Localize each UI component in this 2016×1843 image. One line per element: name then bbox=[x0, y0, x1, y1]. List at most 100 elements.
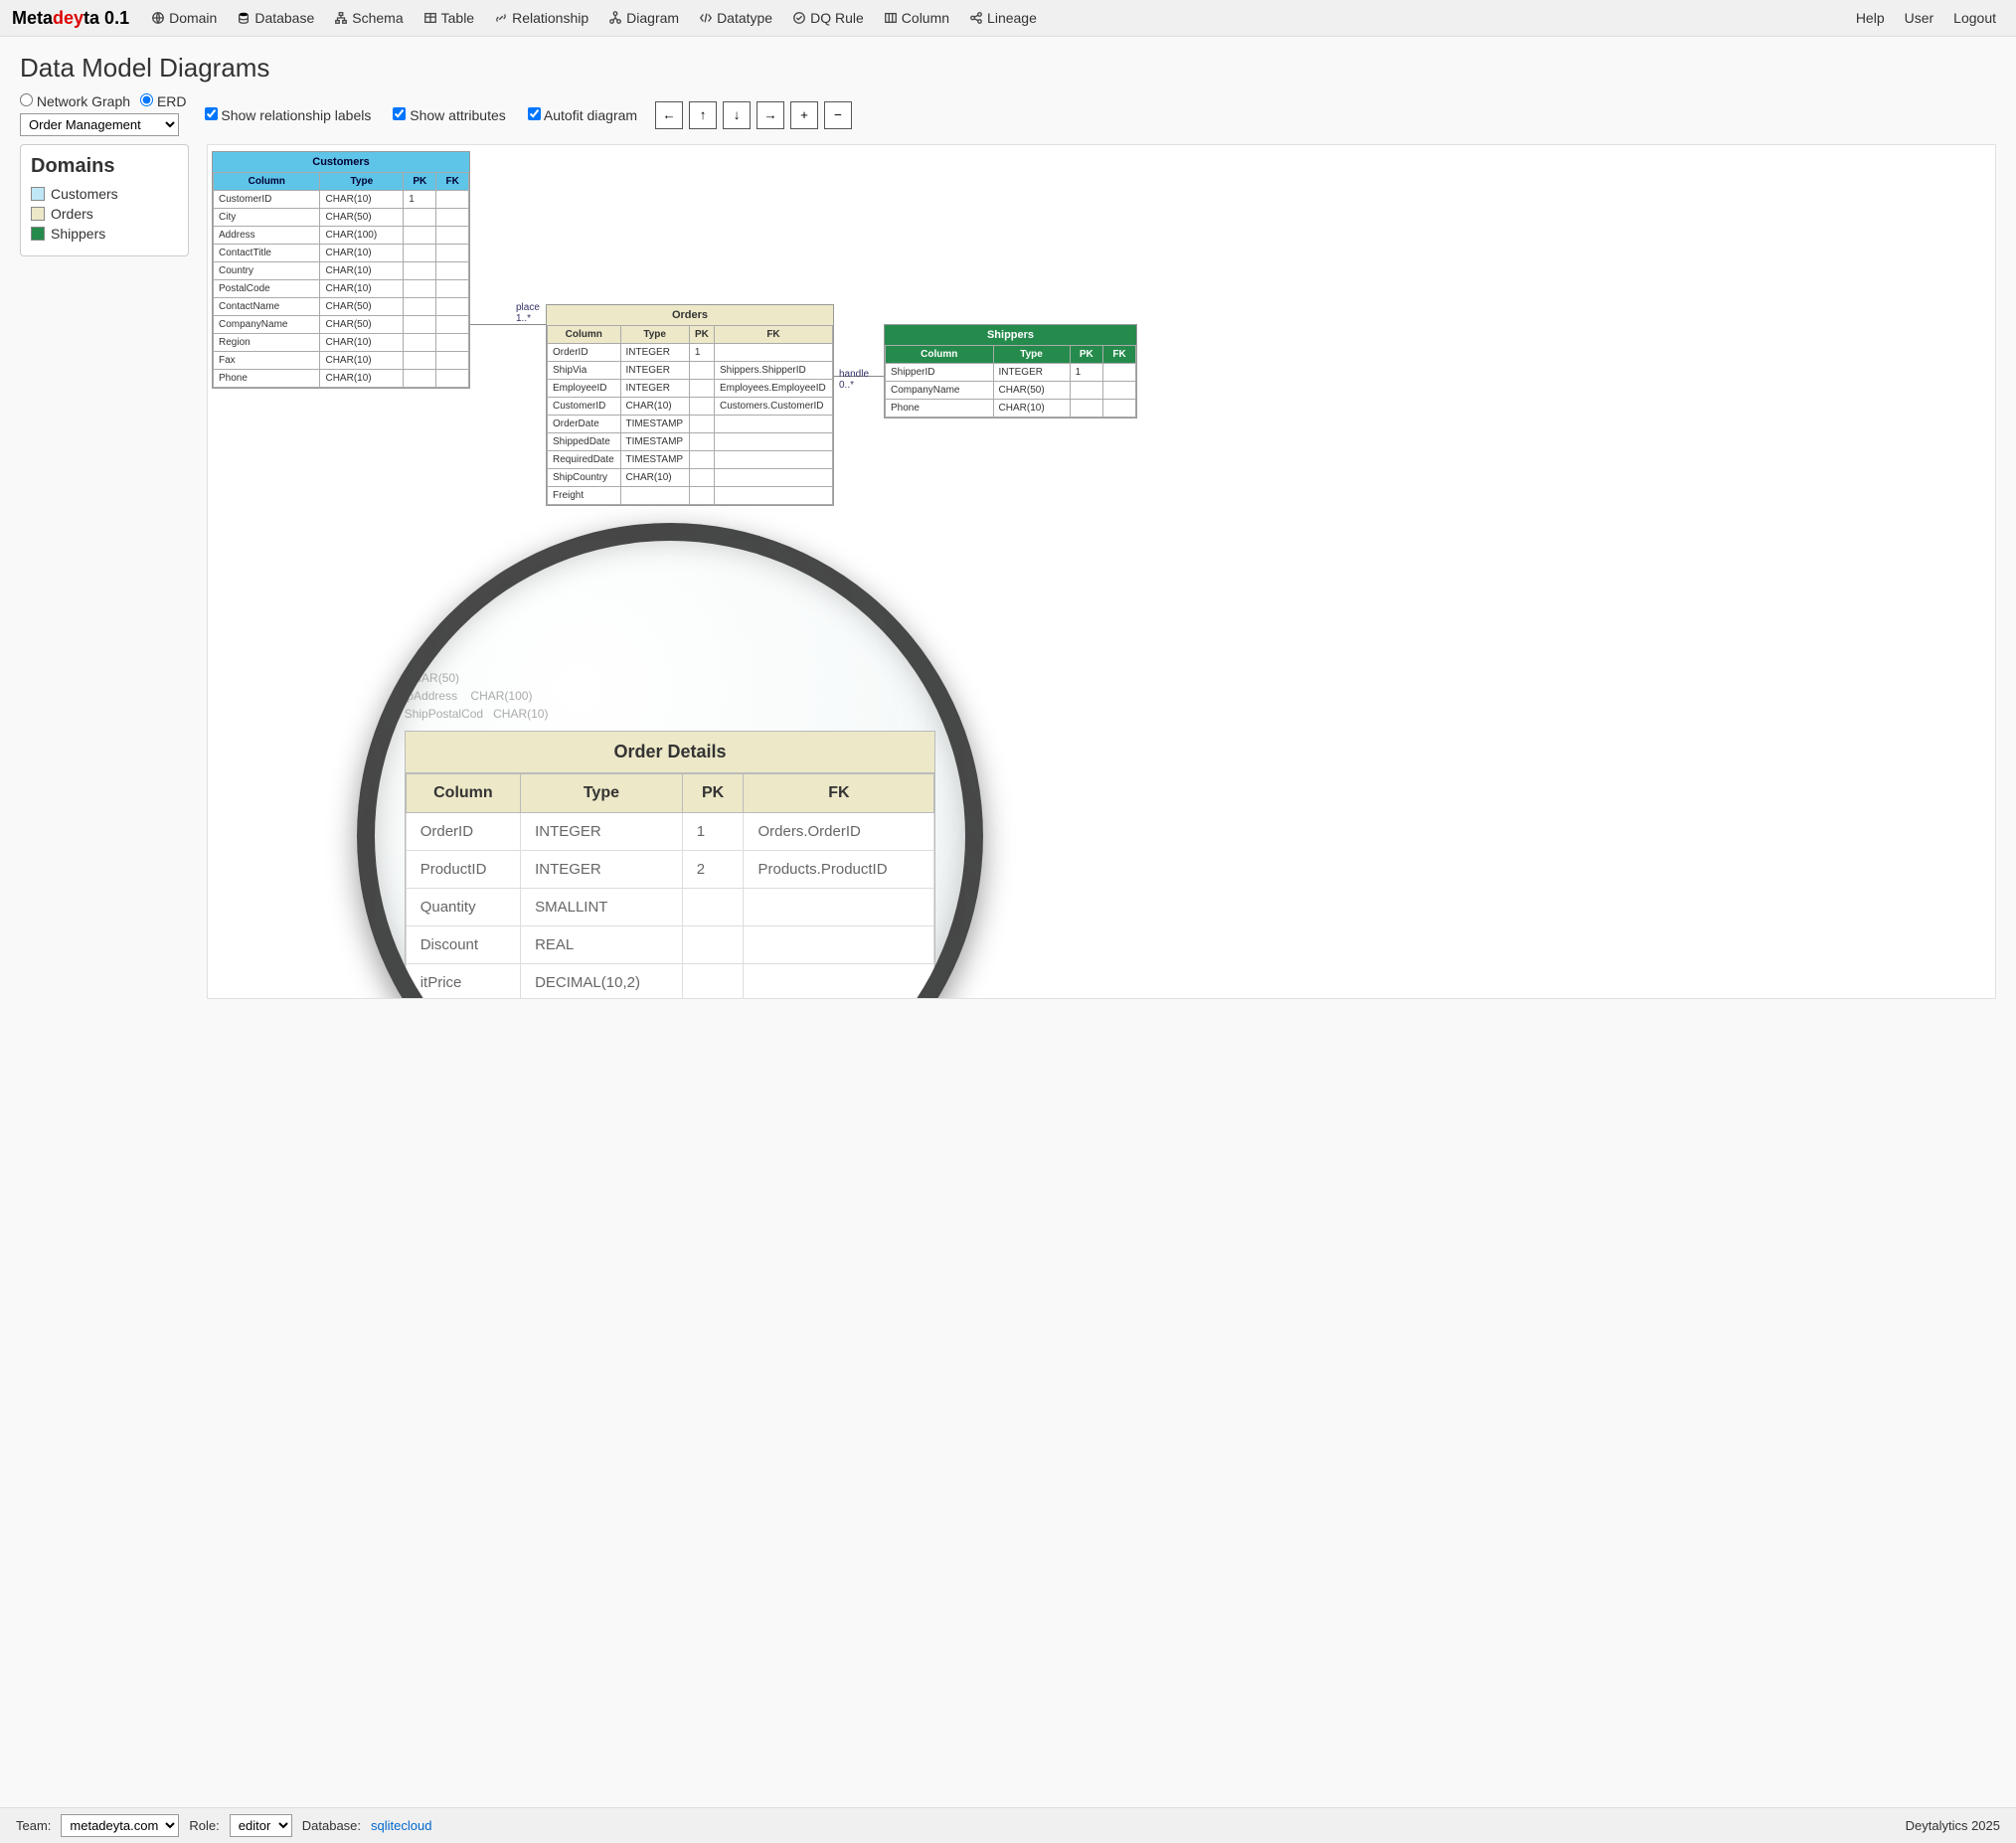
radio-network-text: Network Graph bbox=[37, 93, 130, 109]
table-row[interactable]: CompanyNameCHAR(50) bbox=[886, 382, 1136, 400]
rel-label-handle: handle 0..* bbox=[839, 369, 869, 391]
th-col: Column bbox=[548, 326, 621, 344]
nav-user[interactable]: User bbox=[1897, 6, 1942, 30]
table-row[interactable]: ShipViaINTEGERShippers.ShipperID bbox=[548, 362, 833, 380]
entity-title: Customers bbox=[213, 152, 469, 172]
table-row[interactable]: itPriceDECIMAL(10,2) bbox=[406, 964, 934, 1000]
btn-zoom-in[interactable]: + bbox=[790, 101, 818, 129]
table-row[interactable]: AddressCHAR(100) bbox=[214, 227, 469, 245]
table-row[interactable]: PostalCodeCHAR(10) bbox=[214, 280, 469, 298]
radio-network[interactable] bbox=[20, 93, 33, 106]
btn-zoom-out[interactable]: − bbox=[824, 101, 852, 129]
btn-right[interactable]: → bbox=[756, 101, 784, 129]
table-row[interactable]: ShippedDateTIMESTAMP bbox=[548, 433, 833, 451]
cell-fk bbox=[715, 451, 833, 469]
cell-fk bbox=[715, 487, 833, 505]
shippers-rows: ShipperIDINTEGER1CompanyNameCHAR(50)Phon… bbox=[886, 364, 1136, 418]
btn-left[interactable]: ← bbox=[655, 101, 683, 129]
table-row[interactable]: ShipperIDINTEGER1 bbox=[886, 364, 1136, 382]
radio-erd-label[interactable]: ERD bbox=[140, 93, 186, 109]
chk-rel-label[interactable]: Show relationship labels bbox=[205, 107, 372, 123]
table-row[interactable]: ContactNameCHAR(50) bbox=[214, 298, 469, 316]
chk-rel-text: Show relationship labels bbox=[221, 107, 371, 123]
footer-db-link[interactable]: sqlitecloud bbox=[371, 1818, 431, 1833]
cell-pk bbox=[689, 469, 714, 487]
table-row[interactable]: RequiredDateTIMESTAMP bbox=[548, 451, 833, 469]
radio-erd[interactable] bbox=[140, 93, 153, 106]
table-row[interactable]: Freight bbox=[548, 487, 833, 505]
table-row[interactable]: DiscountREAL bbox=[406, 926, 934, 964]
nav-help[interactable]: Help bbox=[1848, 6, 1893, 30]
nav-item-domain[interactable]: Domain bbox=[143, 6, 225, 30]
entity-orders[interactable]: Orders ColumnTypePKFK OrderIDINTEGER1Shi… bbox=[546, 304, 834, 506]
table-row[interactable]: CityCHAR(50) bbox=[214, 209, 469, 227]
check-group: Show relationship labels Show attributes… bbox=[205, 107, 638, 123]
cell-t: SMALLINT bbox=[521, 889, 683, 926]
nav-item-dqrule[interactable]: DQ Rule bbox=[784, 6, 872, 30]
footer-role-select[interactable]: editor bbox=[230, 1814, 292, 1837]
table-row[interactable]: OrderIDINTEGER1 bbox=[548, 344, 833, 362]
connector-customers-orders bbox=[470, 324, 546, 325]
cell-t: CHAR(10) bbox=[320, 334, 404, 352]
btn-down[interactable]: ↓ bbox=[723, 101, 751, 129]
cell-t: CHAR(100) bbox=[320, 227, 404, 245]
nav-item-database[interactable]: Database bbox=[229, 6, 322, 30]
th-fk: FK bbox=[436, 173, 469, 191]
cell-fk bbox=[436, 352, 469, 370]
legend-shippers[interactable]: Shippers bbox=[31, 226, 178, 242]
table-row[interactable]: FaxCHAR(10) bbox=[214, 352, 469, 370]
table-row[interactable]: CustomerIDCHAR(10)1 bbox=[214, 191, 469, 209]
footer-team-select[interactable]: metadeyta.com bbox=[61, 1814, 179, 1837]
nav-item-schema[interactable]: Schema bbox=[326, 6, 411, 30]
chk-attr-label[interactable]: Show attributes bbox=[393, 107, 505, 123]
btn-up[interactable]: ↑ bbox=[689, 101, 717, 129]
legend-orders[interactable]: Orders bbox=[31, 206, 178, 222]
legend-color-customers bbox=[31, 187, 45, 201]
legend-customers[interactable]: Customers bbox=[31, 186, 178, 202]
table-row[interactable]: PhoneCHAR(10) bbox=[886, 400, 1136, 418]
table-row[interactable]: PhoneCHAR(10) bbox=[214, 370, 469, 388]
chk-autofit[interactable] bbox=[528, 107, 541, 120]
nav-item-relationship[interactable]: Relationship bbox=[486, 6, 596, 30]
cell-pk: 1 bbox=[682, 813, 744, 851]
pan-zoom-buttons: ← ↑ ↓ → + − bbox=[655, 101, 852, 129]
table-row[interactable]: RegionCHAR(10) bbox=[214, 334, 469, 352]
legend-color-orders bbox=[31, 207, 45, 221]
nav-logout[interactable]: Logout bbox=[1945, 6, 2004, 30]
chk-autofit-label[interactable]: Autofit diagram bbox=[528, 107, 637, 123]
entity-order-details[interactable]: Order Details ColumnTypePKFK OrderIDINTE… bbox=[405, 731, 936, 999]
table-row[interactable]: OrderIDINTEGER1Orders.OrderID bbox=[406, 813, 934, 851]
nav-item-table[interactable]: Table bbox=[416, 6, 482, 30]
share-icon bbox=[969, 11, 983, 25]
entity-customers[interactable]: Customers ColumnTypePKFK CustomerIDCHAR(… bbox=[212, 151, 470, 389]
table-row[interactable]: CompanyNameCHAR(50) bbox=[214, 316, 469, 334]
rel-handle-card: 0..* bbox=[839, 380, 854, 391]
cell-fk bbox=[436, 191, 469, 209]
nav-item-column[interactable]: Column bbox=[876, 6, 957, 30]
table-row[interactable]: OrderDateTIMESTAMP bbox=[548, 416, 833, 433]
partial-type: CHAR(10) bbox=[493, 707, 548, 721]
legend-label: Orders bbox=[51, 206, 93, 222]
brand-p3: ta 0.1 bbox=[84, 8, 129, 28]
radio-network-label[interactable]: Network Graph bbox=[20, 93, 130, 109]
cell-pk bbox=[404, 227, 436, 245]
table-row[interactable]: QuantitySMALLINT bbox=[406, 889, 934, 926]
table-row[interactable]: ContactTitleCHAR(10) bbox=[214, 245, 469, 262]
table-row[interactable]: EmployeeIDINTEGEREmployees.EmployeeID bbox=[548, 380, 833, 398]
chk-attr[interactable] bbox=[393, 107, 406, 120]
diagram-canvas[interactable]: Customers ColumnTypePKFK CustomerIDCHAR(… bbox=[207, 144, 1996, 999]
cell-c: Quantity bbox=[406, 889, 520, 926]
entity-shippers[interactable]: Shippers ColumnTypePKFK ShipperIDINTEGER… bbox=[884, 324, 1137, 419]
nav-item-diagram[interactable]: Diagram bbox=[600, 6, 687, 30]
table-row[interactable]: ShipCountryCHAR(10) bbox=[548, 469, 833, 487]
left-controls: Network Graph ERD Order Management bbox=[20, 93, 187, 136]
th-fk: FK bbox=[715, 326, 833, 344]
table-row[interactable]: ProductIDINTEGER2Products.ProductID bbox=[406, 851, 934, 889]
nav-item-lineage[interactable]: Lineage bbox=[961, 6, 1045, 30]
nav-item-datatype[interactable]: Datatype bbox=[691, 6, 780, 30]
table-row[interactable]: CustomerIDCHAR(10)Customers.CustomerID bbox=[548, 398, 833, 416]
domain-select[interactable]: Order Management bbox=[20, 113, 179, 136]
chk-rel[interactable] bbox=[205, 107, 218, 120]
table-row[interactable]: CountryCHAR(10) bbox=[214, 262, 469, 280]
th-pk: PK bbox=[404, 173, 436, 191]
